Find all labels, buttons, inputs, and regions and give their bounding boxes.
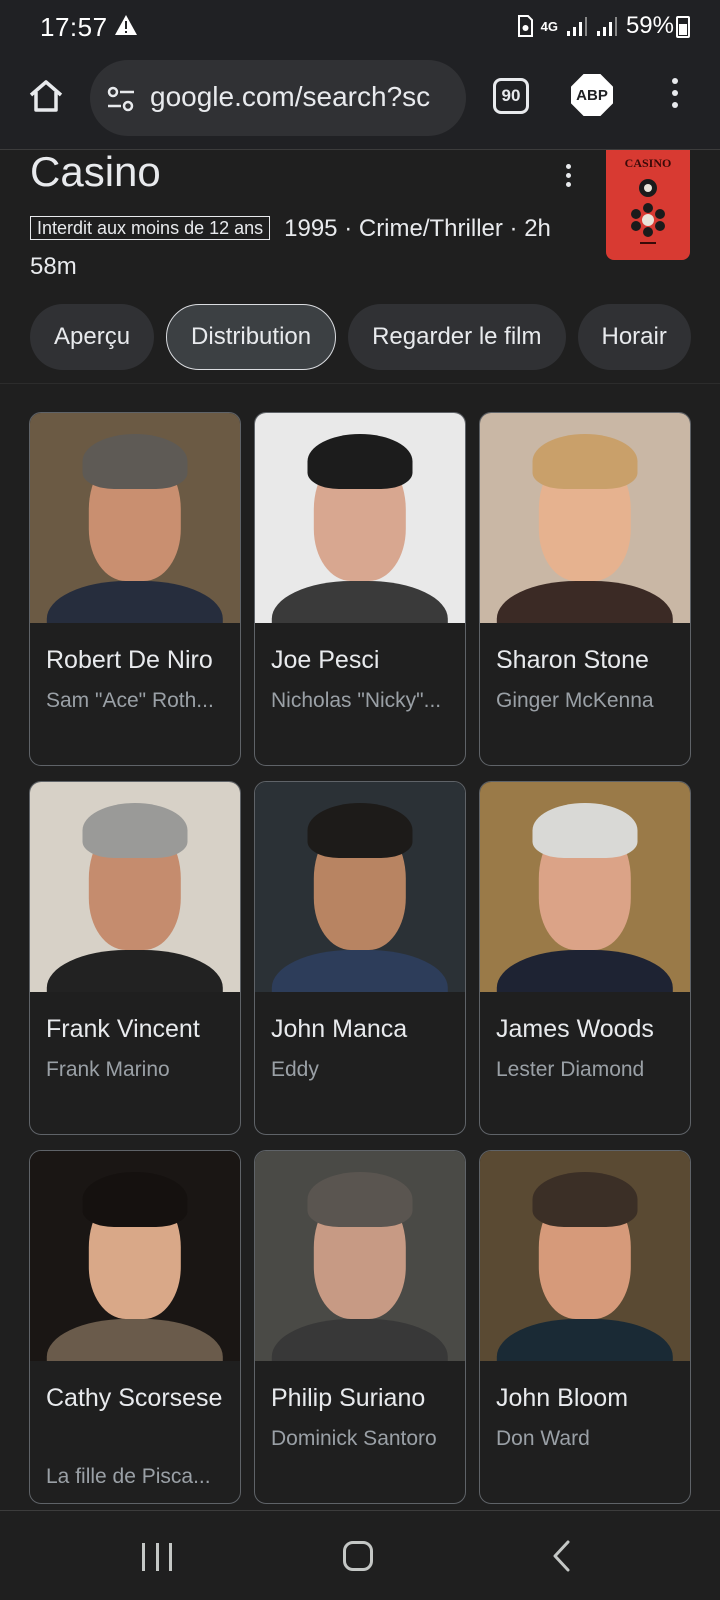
tab-switcher-button[interactable]: 90 xyxy=(493,78,529,114)
cast-role: La fille de Pisca... xyxy=(46,1465,211,1488)
cast-card[interactable]: Philip Suriano Dominick Santoro xyxy=(254,1150,466,1504)
cast-photo xyxy=(30,1151,240,1361)
cast-name: James Woods xyxy=(496,1015,654,1043)
cast-name: Joe Pesci xyxy=(271,646,380,674)
cast-role: Sam "Ace" Roth... xyxy=(46,689,214,712)
cast-photo xyxy=(30,782,240,992)
cast-card[interactable]: James Woods Lester Diamond xyxy=(479,781,691,1135)
sim-icon xyxy=(517,15,533,37)
signal-icon xyxy=(566,17,587,36)
more-options-icon[interactable] xyxy=(562,164,574,192)
cast-photo xyxy=(255,413,465,623)
cast-photo xyxy=(30,413,240,623)
cast-photo xyxy=(480,413,690,623)
cast-role: Frank Marino xyxy=(46,1058,170,1081)
revolver-cylinder-icon xyxy=(631,179,665,244)
cast-name: Philip Suriano xyxy=(271,1384,426,1412)
cast-photo xyxy=(255,782,465,992)
address-bar[interactable]: google.com/search?sc xyxy=(90,60,466,136)
warning-icon xyxy=(115,15,137,35)
nav-home-icon[interactable] xyxy=(343,1541,373,1571)
cast-card[interactable]: Joe Pesci Nicholas "Nicky"... xyxy=(254,412,466,766)
cast-name: Frank Vincent xyxy=(46,1015,200,1043)
cast-photo xyxy=(480,1151,690,1361)
status-icons: 4G 59% xyxy=(517,12,674,40)
adblock-label: ABP xyxy=(576,86,608,104)
cast-grid: Robert De Niro Sam "Ace" Roth... Joe Pes… xyxy=(29,412,692,1504)
movie-meta: Interdit aux moins de 12 ans 1995 · Crime… xyxy=(30,210,590,286)
cast-card[interactable]: Robert De Niro Sam "Ace" Roth... xyxy=(29,412,241,766)
browser-toolbar: google.com/search?sc 90 ABP xyxy=(0,52,720,150)
cast-role: Nicholas "Nicky"... xyxy=(271,689,442,712)
cast-card[interactable]: Frank Vincent Frank Marino xyxy=(29,781,241,1135)
cast-name: Cathy Scorsese xyxy=(46,1384,223,1412)
cast-role: Dominick Santoro xyxy=(271,1427,437,1450)
status-time: 17:57 xyxy=(40,12,108,42)
cast-name: John Bloom xyxy=(496,1384,629,1412)
movie-poster[interactable]: CASINO xyxy=(606,150,690,260)
tab-horaires[interactable]: Horair xyxy=(577,304,691,370)
battery-percent: 59% xyxy=(625,12,674,39)
more-vert-icon[interactable] xyxy=(666,78,684,118)
cast-photo xyxy=(255,1151,465,1361)
cast-card[interactable]: John Manca Eddy xyxy=(254,781,466,1135)
tab-regarder-le-film[interactable]: Regarder le film xyxy=(348,304,566,370)
signal-icon-2 xyxy=(596,17,617,36)
cast-role: Eddy xyxy=(271,1058,319,1081)
cast-card[interactable]: Cathy Scorsese La fille de Pisca... xyxy=(29,1150,241,1504)
network-type: 4G xyxy=(540,18,558,34)
system-nav-bar xyxy=(0,1510,720,1600)
cast-role: Ginger McKenna xyxy=(496,689,654,712)
tune-icon[interactable] xyxy=(106,85,136,113)
cast-role: Don Ward xyxy=(496,1427,590,1450)
status-bar: 17:57 4G 59% xyxy=(0,0,720,52)
cast-card[interactable]: Sharon Stone Ginger McKenna xyxy=(479,412,691,766)
tab-bar: Aperçu Distribution Regarder le film Hor… xyxy=(30,304,691,370)
tab-apercu[interactable]: Aperçu xyxy=(30,304,155,370)
cast-name: John Manca xyxy=(271,1015,408,1043)
cast-name: Sharon Stone xyxy=(496,646,649,674)
adblock-button[interactable]: ABP xyxy=(571,74,613,116)
cast-role: Lester Diamond xyxy=(496,1058,645,1081)
tab-distribution[interactable]: Distribution xyxy=(166,304,337,370)
cast-photo xyxy=(480,782,690,992)
page-title: Casino xyxy=(30,148,161,195)
battery-icon xyxy=(676,16,690,38)
back-icon[interactable] xyxy=(550,1539,574,1573)
recent-apps-icon[interactable] xyxy=(142,1543,172,1571)
cast-card[interactable]: John Bloom Don Ward xyxy=(479,1150,691,1504)
divider xyxy=(0,383,720,384)
cast-name: Robert De Niro xyxy=(46,646,213,674)
url-text[interactable]: google.com/search?sc xyxy=(150,81,430,113)
home-icon[interactable] xyxy=(26,76,66,116)
age-rating-badge: Interdit aux moins de 12 ans xyxy=(30,216,271,240)
